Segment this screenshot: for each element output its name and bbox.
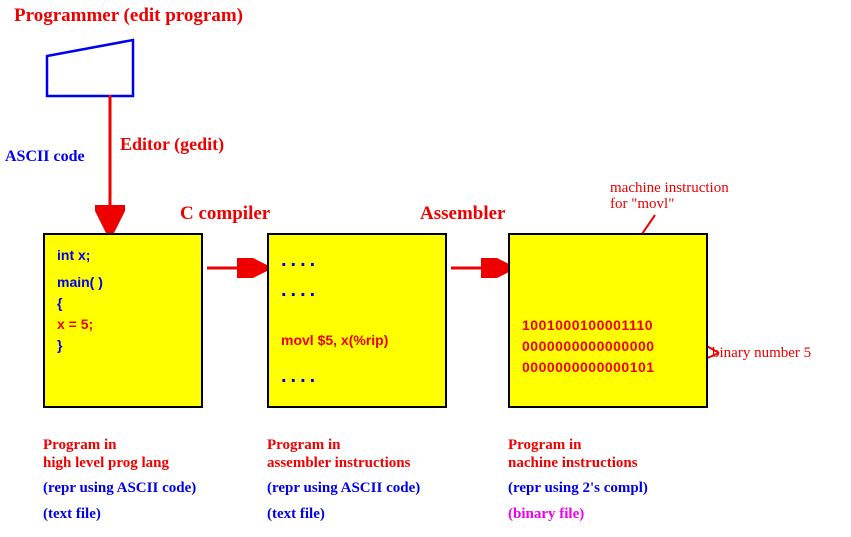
- caption-box1-line3: (repr using ASCII code): [43, 479, 196, 498]
- binary-line: 1001000100001110: [522, 315, 694, 336]
- code-line-movl: movl $5, x(%rip): [281, 330, 433, 351]
- arrow-compiler: [205, 258, 267, 278]
- caption-box2-line2: assembler instructions: [267, 454, 410, 473]
- code-line: {: [57, 293, 189, 314]
- title-programmer: Programmer (edit program): [14, 5, 243, 27]
- label-ascii-code: ASCII code: [5, 148, 85, 166]
- binary-line: 0000000000000000: [522, 336, 694, 357]
- code-line: x = 5;: [57, 314, 189, 335]
- code-line: }: [57, 335, 189, 356]
- caption-box3-line3: (repr using 2's compl): [508, 479, 648, 498]
- caption-box1-line1: Program in: [43, 436, 116, 455]
- caption-box3-line4: (binary file): [508, 505, 584, 524]
- caption-box3-line1: Program in: [508, 436, 581, 455]
- box-machine-program: 1001000100001110 0000000000000000 000000…: [508, 233, 708, 408]
- ellipsis-icon: ....: [281, 245, 433, 275]
- arrow-editor-down: [95, 95, 125, 237]
- annotation-machine-instruction-line1: machine instruction: [610, 180, 729, 197]
- caption-box1-line4: (text file): [43, 505, 101, 524]
- code-line: main( ): [57, 272, 189, 293]
- box-assembler-program: .... .... movl $5, x(%rip) ....: [267, 233, 447, 408]
- caption-box3-line2: nachine instructions: [508, 454, 638, 473]
- caption-box1-line2: high level prog lang: [43, 454, 169, 473]
- arrow-assembler: [449, 258, 511, 278]
- annotation-binary-number-5: binary number 5: [712, 345, 811, 362]
- caption-box2-line3: (repr using ASCII code): [267, 479, 420, 498]
- caption-box2-line1: Program in: [267, 436, 340, 455]
- ellipsis-icon: ....: [281, 361, 433, 391]
- label-editor: Editor (gedit): [120, 134, 224, 155]
- caption-box2-line4: (text file): [267, 505, 325, 524]
- label-c-compiler: C compiler: [180, 203, 270, 225]
- binary-line: 0000000000000101: [522, 357, 694, 378]
- document-icon: [41, 34, 141, 107]
- box-high-level-program: int x; main( ) { x = 5; }: [43, 233, 203, 408]
- code-line: int x;: [57, 245, 189, 266]
- label-assembler: Assembler: [420, 203, 505, 225]
- ellipsis-icon: ....: [281, 275, 433, 305]
